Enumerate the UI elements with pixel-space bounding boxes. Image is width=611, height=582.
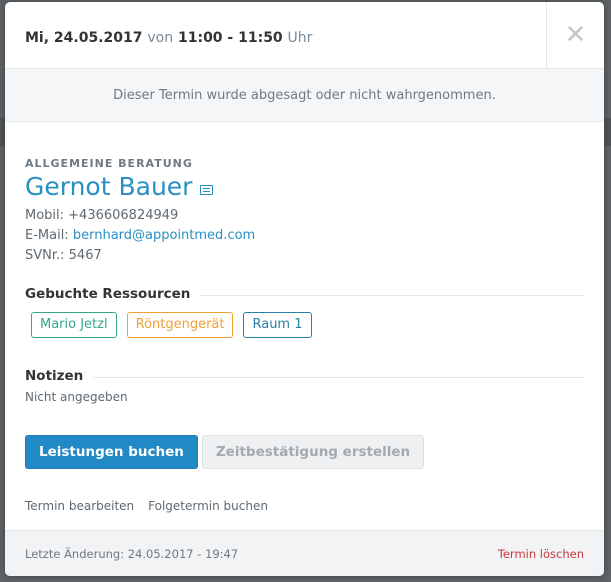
create-confirmation-button[interactable]: Zeitbestätigung erstellen — [201, 435, 425, 469]
resources-heading-label: Gebuchte Ressourcen — [25, 286, 191, 302]
edit-appointment-link[interactable]: Termin bearbeiten — [25, 499, 134, 513]
patient-email-row: E-Mail: bernhard@appointmed.com — [25, 226, 584, 246]
modal-footer: Letzte Änderung: 24.05.2017 - 19:47 Term… — [5, 530, 604, 576]
last-change-text: Letzte Änderung: 24.05.2017 - 19:47 — [25, 546, 239, 561]
patient-info: Mobil: +436606824949 E-Mail: bernhard@ap… — [25, 206, 584, 266]
appointment-date: Mi, 24.05.2017 — [25, 30, 143, 46]
appointment-time: 11:00 - 11:50 — [177, 30, 283, 46]
patient-card-icon[interactable] — [200, 185, 214, 195]
resources-heading: Gebuchte Ressourcen — [25, 286, 584, 302]
resource-tag-roentgengeraet[interactable]: Röntgengerät — [126, 312, 234, 338]
patient-mobile: Mobil: +436606824949 — [25, 208, 179, 223]
close-button[interactable]: ✕ — [546, 2, 604, 68]
notes-divider — [93, 376, 584, 378]
secondary-links: Termin bearbeiten Folgetermin buchen — [25, 499, 584, 513]
backdrop-strip-right — [605, 118, 611, 146]
close-icon: ✕ — [564, 20, 587, 50]
von-label: von — [147, 30, 174, 46]
email-label: E-Mail: — [25, 228, 69, 243]
resource-tag-raum-1[interactable]: Raum 1 — [243, 312, 312, 338]
patient-name-link[interactable]: Gernot Bauer — [25, 172, 192, 202]
resource-tags: Mario Jetzl Röntgengerät Raum 1 — [31, 312, 584, 338]
patient-svnr: SVNr.: 5467 — [25, 248, 102, 263]
notes-heading: Notizen — [25, 368, 584, 384]
appointment-modal: Mi, 24.05.2017 von 11:00 - 11:50 Uhr ✕ D… — [5, 2, 604, 576]
action-buttons: Leistungen buchen Zeitbestätigung erstel… — [25, 435, 584, 469]
cancellation-notice: Dieser Termin wurde abgesagt oder nicht … — [5, 69, 604, 122]
patient-email-link[interactable]: bernhard@appointmed.com — [73, 228, 255, 243]
modal-header: Mi, 24.05.2017 von 11:00 - 11:50 Uhr ✕ — [5, 2, 604, 69]
modal-body: ALLGEMEINE BERATUNG Gernot Bauer Mobil: … — [5, 157, 604, 513]
notes-heading-label: Notizen — [25, 368, 84, 384]
resources-divider — [200, 294, 584, 296]
service-name: ALLGEMEINE BERATUNG — [25, 157, 193, 170]
delete-appointment-link[interactable]: Termin löschen — [498, 547, 584, 561]
book-services-button[interactable]: Leistungen buchen — [25, 435, 198, 469]
resource-tag-mario-jetzl[interactable]: Mario Jetzl — [31, 312, 117, 338]
patient-row: Gernot Bauer — [25, 172, 584, 202]
notes-text: Nicht angegeben — [25, 390, 128, 404]
appointment-datetime: Mi, 24.05.2017 von 11:00 - 11:50 Uhr — [25, 30, 312, 46]
follow-up-appointment-link[interactable]: Folgetermin buchen — [148, 499, 268, 513]
uhr-label: Uhr — [287, 30, 313, 46]
